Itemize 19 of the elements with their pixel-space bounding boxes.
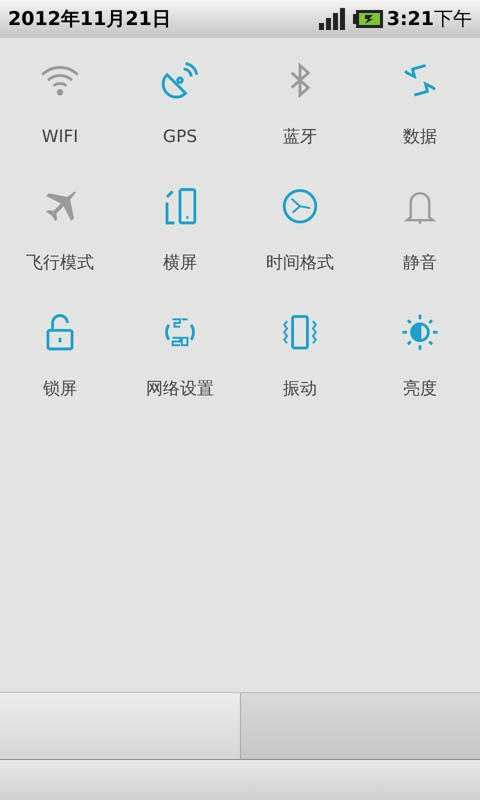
status-period: 下午 [434,6,472,32]
toggle-button[interactable]: 时间格式 [240,184,360,276]
toggle-button[interactable]: 振动 [240,310,360,402]
toggle-button[interactable]: 网络设置 [120,310,240,402]
toggle-button[interactable]: 蓝牙 [240,58,360,150]
bottom-tab[interactable] [0,693,240,760]
toggle-button[interactable]: 飞行模式 [0,184,120,276]
toggle-button[interactable]: GPS [120,58,240,150]
toggle-button[interactable]: 亮度 [360,310,480,402]
toggle-button[interactable]: WIFI [0,58,120,150]
status-date: 2012年11月21日 [8,6,171,32]
battery-charging-icon [352,9,383,29]
toggle-button[interactable]: 横屏 [120,184,240,276]
toggle-button[interactable]: 静音 [360,184,480,276]
bottom-tab[interactable] [240,693,480,760]
toggle-button[interactable]: 数据 [360,58,480,150]
status-time: 3:21 [386,6,434,32]
toggle-button[interactable]: 锁屏 [0,310,120,402]
signal-icon [318,8,345,30]
